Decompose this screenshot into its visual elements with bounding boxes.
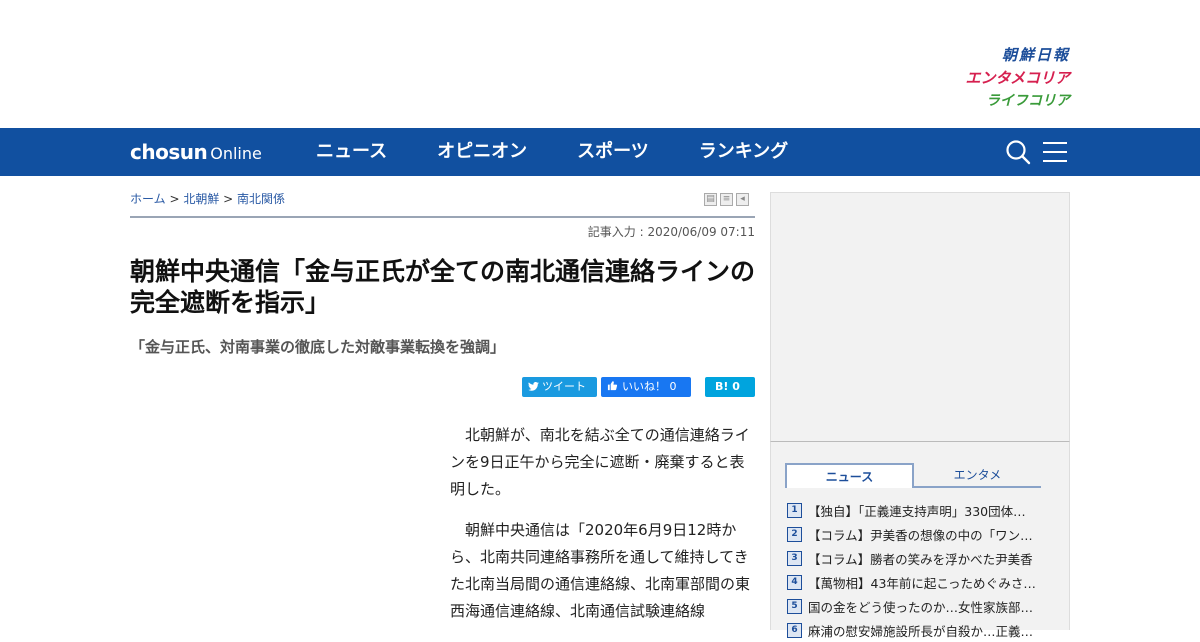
search-icon[interactable] [1005, 139, 1031, 165]
back-arrow-icon[interactable]: ◂ [736, 193, 749, 206]
rank-number-badge: 6 [787, 622, 802, 638]
ranking-item[interactable]: 2 【コラム】尹美香の想像の中の「ワン… [787, 522, 1047, 546]
hatena-bookmark-button[interactable]: B! 0 [705, 377, 755, 397]
ranking-item-title: 【萬物相】43年前に起こっためぐみさ… [808, 575, 1036, 591]
print-icon[interactable]: ▤ [704, 193, 717, 206]
site-logo[interactable]: chosun Online [130, 140, 262, 166]
ranking-item[interactable]: 6 麻浦の慰安婦施設所長が自殺か…正義… [787, 618, 1047, 642]
rank-number-badge: 2 [787, 526, 802, 542]
breadcrumb-subsection-link[interactable]: 南北関係 [237, 192, 285, 206]
logo-main-text: chosun [130, 140, 208, 164]
ranking-item-title: 麻浦の慰安婦施設所長が自殺か…正義… [808, 623, 1034, 639]
rank-number-badge: 1 [787, 502, 802, 518]
hamburger-menu-icon[interactable] [1043, 140, 1067, 164]
ranking-item[interactable]: 1 【独自】「正義連支持声明」330団体… [787, 498, 1047, 522]
breadcrumb-section-link[interactable]: 北朝鮮 [183, 192, 219, 206]
brand-lifekorea-link[interactable]: ライフコリア [965, 90, 1070, 113]
article-paragraph: 朝鮮中央通信は「2020年6月9日12時から、北南共同連絡事務所を通して維持して… [450, 521, 751, 620]
breadcrumb-divider [130, 216, 755, 218]
logo-sub-text: Online [210, 144, 262, 163]
list-icon[interactable]: ≡ [720, 193, 733, 206]
nav-item-opinion[interactable]: オピニオン [437, 128, 527, 176]
ranking-item-title: 【コラム】勝者の笑みを浮かべた尹美香 [808, 551, 1033, 567]
article-subhead: 「金与正氏、対南事業の徹底した対敵事業転換を強調」 [130, 338, 506, 356]
ranking-item[interactable]: 4 【萬物相】43年前に起こっためぐみさ… [787, 570, 1047, 594]
brand-chosun-link[interactable]: 朝鮮日報 [965, 44, 1070, 67]
tab-entame[interactable]: エンタメ [914, 463, 1041, 488]
article-paragraph: 北朝鮮が、南北を結ぶ全ての通信連絡ラインを9日正午から完全に遮断・廃棄すると表明… [450, 426, 750, 498]
ranking-list: 1 【独自】「正義連支持声明」330団体… 2 【コラム】尹美香の想像の中の「ワ… [787, 498, 1047, 642]
rank-number-badge: 3 [787, 550, 802, 566]
ranking-item[interactable]: 3 【コラム】勝者の笑みを浮かべた尹美香 [787, 546, 1047, 570]
share-buttons: ツイート いいね！ 0 B! 0 [522, 377, 755, 397]
nav-item-sports[interactable]: スポーツ [577, 128, 649, 176]
ranking-item-title: 【独自】「正義連支持声明」330団体… [808, 503, 1026, 519]
breadcrumb-home-link[interactable]: ホーム [130, 192, 166, 206]
tweet-button[interactable]: ツイート [522, 377, 597, 397]
hatena-label: B! 0 [715, 380, 740, 393]
twitter-bird-icon [528, 381, 539, 391]
nav-item-news[interactable]: ニュース [316, 128, 387, 176]
nav-menu: ニュース オピニオン スポーツ ランキング [316, 128, 838, 176]
sidebar-ad-slot [770, 192, 1070, 442]
brand-links: 朝鮮日報 エンタメコリア ライフコリア [965, 44, 1070, 113]
tweet-label: ツイート [542, 380, 586, 393]
tab-news[interactable]: ニュース [785, 463, 914, 488]
nav-item-ranking[interactable]: ランキング [699, 128, 788, 176]
article-date: 記事入力 : 2020/06/09 07:11 [587, 225, 755, 239]
top-header: 朝鮮日報 エンタメコリア ライフコリア [0, 0, 1200, 128]
rank-number-badge: 4 [787, 574, 802, 590]
like-label: いいね！ 0 [622, 380, 677, 393]
article-body: 北朝鮮が、南北を結ぶ全ての通信連絡ラインを9日正午から完全に遮断・廃棄すると表明… [450, 422, 755, 639]
breadcrumb: ホーム > 北朝鮮 > 南北関係 [130, 190, 285, 207]
thumbs-up-icon [607, 381, 618, 391]
ranking-tabs: ニュース エンタメ [785, 463, 1041, 488]
ranking-item[interactable]: 5 国の金をどう使ったのか…女性家族部… [787, 594, 1047, 618]
rank-number-badge: 5 [787, 598, 802, 614]
breadcrumb-separator: > [165, 192, 184, 206]
article-headline: 朝鮮中央通信「金与正氏が全ての南北通信連絡ラインの完全遮断を指示」 [130, 257, 756, 317]
facebook-like-button[interactable]: いいね！ 0 [601, 377, 691, 397]
ranking-item-title: 国の金をどう使ったのか…女性家族部… [808, 599, 1034, 615]
ranking-item-title: 【コラム】尹美香の想像の中の「ワン… [808, 527, 1033, 543]
brand-entakorea-link[interactable]: エンタメコリア [965, 67, 1070, 90]
article-tools: ▤ ≡ ◂ [704, 193, 749, 206]
breadcrumb-separator: > [219, 192, 238, 206]
